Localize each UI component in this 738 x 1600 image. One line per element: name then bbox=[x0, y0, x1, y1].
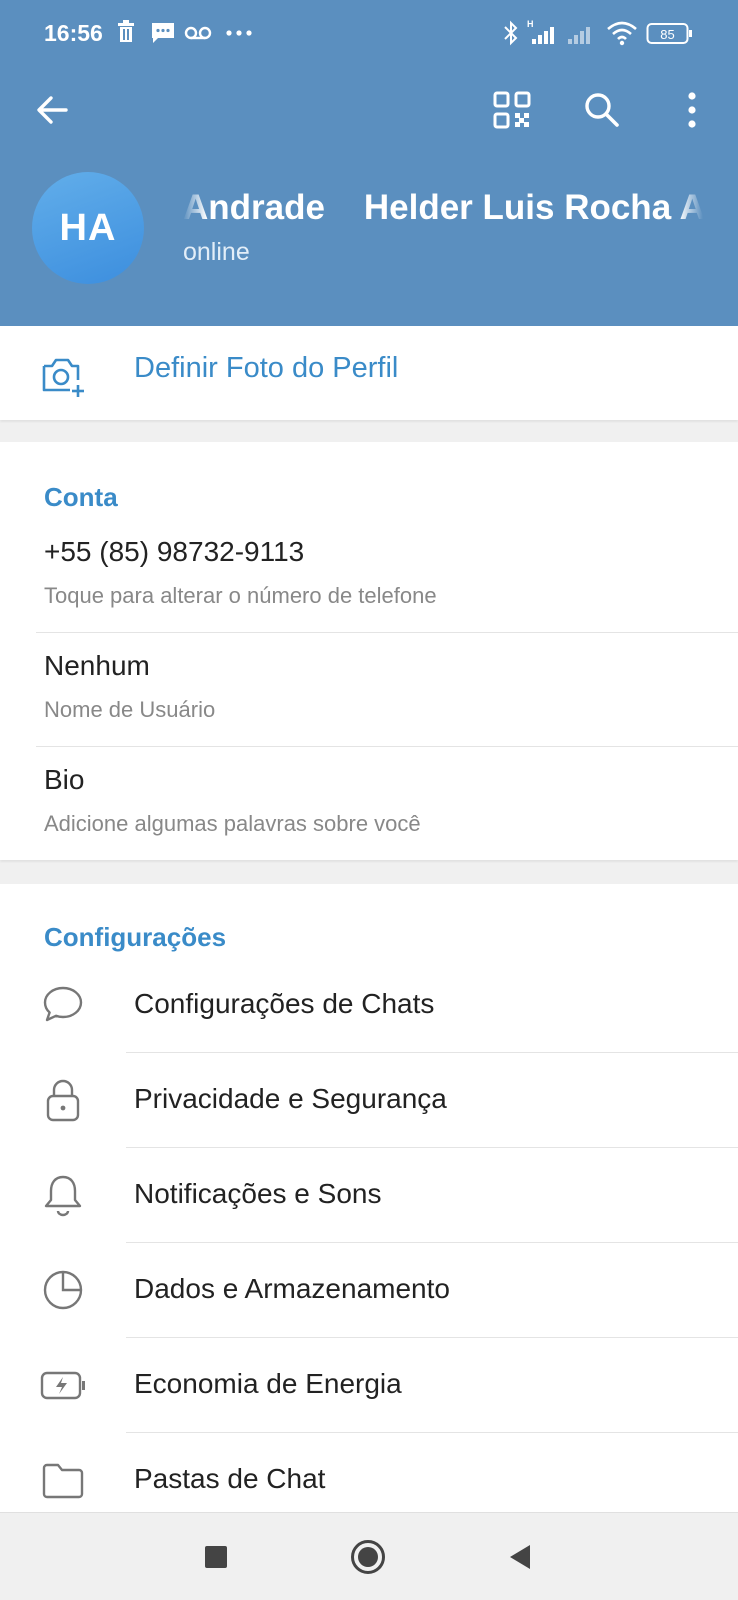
more-vert-icon bbox=[688, 92, 696, 128]
back-triangle-icon bbox=[510, 1545, 530, 1569]
trash-icon bbox=[116, 18, 136, 51]
settings-section-title: Configurações bbox=[44, 922, 227, 952]
folder-icon bbox=[40, 1457, 86, 1503]
settings-item-energy[interactable]: Economia de Energia bbox=[0, 1338, 738, 1433]
username-hint: Nome de Usuário bbox=[44, 697, 216, 722]
status-time: 16:56 bbox=[44, 20, 103, 46]
pie-chart-icon bbox=[40, 1267, 86, 1313]
settings-item-data-storage[interactable]: Dados e Armazenamento bbox=[0, 1243, 738, 1338]
settings-item-label: Pastas de Chat bbox=[134, 1463, 326, 1494]
set-profile-photo-button[interactable]: Definir Foto do Perfil bbox=[0, 326, 738, 420]
account-section-title: Conta bbox=[44, 482, 118, 512]
system-nav-bar bbox=[0, 1512, 738, 1600]
profile-status: online bbox=[183, 238, 250, 266]
back-nav-button[interactable] bbox=[480, 1513, 560, 1600]
name-fade-right bbox=[679, 188, 703, 238]
qr-code-icon bbox=[493, 91, 531, 129]
wifi-icon bbox=[606, 18, 638, 53]
settings-item-label: Privacidade e Segurança bbox=[134, 1083, 447, 1114]
signal-icon bbox=[566, 18, 598, 53]
settings-item-privacy[interactable]: Privacidade e Segurança bbox=[0, 1053, 738, 1148]
more-dots-icon bbox=[225, 18, 255, 51]
search-button[interactable] bbox=[574, 82, 630, 138]
avatar-initials: HA bbox=[59, 206, 117, 249]
profile-header: 16:56 H 85 HA Andrade Helder Luis Rocha … bbox=[0, 0, 738, 326]
username-row[interactable]: Nenhum Nome de Usuário bbox=[0, 634, 738, 746]
message-icon bbox=[150, 18, 176, 51]
svg-text:H: H bbox=[527, 19, 534, 29]
battery-level: 85 bbox=[660, 27, 674, 42]
qr-code-button[interactable] bbox=[484, 82, 540, 138]
lock-icon bbox=[40, 1077, 86, 1123]
phone-row[interactable]: +55 (85) 98732-9113 Toque para alterar o… bbox=[0, 522, 738, 632]
bluetooth-icon bbox=[502, 18, 520, 53]
settings-item-label: Economia de Energia bbox=[134, 1368, 402, 1399]
bell-icon bbox=[40, 1172, 86, 1218]
settings-section: Configurações Configurações de Chats Pri… bbox=[0, 884, 738, 1512]
profile-name-text: Andrade Helder Luis Rocha A bbox=[183, 188, 703, 227]
phone-hint: Toque para alterar o número de telefone bbox=[44, 583, 437, 608]
battery-bolt-icon bbox=[40, 1362, 86, 1408]
profile-name: Andrade Helder Luis Rocha A bbox=[183, 188, 703, 238]
settings-item-chats[interactable]: Configurações de Chats bbox=[0, 958, 738, 1053]
divider bbox=[36, 632, 738, 633]
name-fade-left bbox=[183, 188, 207, 238]
phone-number: +55 (85) 98732-9113 bbox=[44, 536, 305, 567]
recents-button[interactable] bbox=[176, 1513, 256, 1600]
voicemail-icon bbox=[184, 18, 212, 51]
username-value: Nenhum bbox=[44, 650, 150, 681]
settings-item-label: Configurações de Chats bbox=[134, 988, 435, 1019]
bio-label: Bio bbox=[44, 764, 85, 795]
divider bbox=[36, 746, 738, 747]
more-options-button[interactable] bbox=[664, 82, 720, 138]
home-button[interactable] bbox=[328, 1513, 408, 1600]
battery-icon: 85 bbox=[646, 18, 694, 53]
back-button[interactable] bbox=[24, 82, 80, 138]
account-section: Conta +55 (85) 98732-9113 Toque para alt… bbox=[0, 442, 738, 860]
signal-h-icon: H bbox=[526, 18, 560, 53]
home-circle-icon bbox=[351, 1540, 385, 1574]
set-profile-photo-label: Definir Foto do Perfil bbox=[134, 352, 399, 384]
recents-square-icon bbox=[205, 1546, 227, 1568]
settings-item-notifications[interactable]: Notificações e Sons bbox=[0, 1148, 738, 1243]
search-icon bbox=[585, 93, 619, 127]
camera-add-icon bbox=[40, 354, 86, 403]
arrow-left-icon bbox=[37, 96, 68, 124]
chat-bubble-icon bbox=[40, 982, 86, 1028]
bio-hint: Adicione algumas palavras sobre você bbox=[44, 811, 421, 836]
settings-item-label: Notificações e Sons bbox=[134, 1178, 382, 1209]
settings-item-label: Dados e Armazenamento bbox=[134, 1273, 450, 1304]
bio-row[interactable]: Bio Adicione algumas palavras sobre você bbox=[0, 748, 738, 860]
avatar[interactable]: HA bbox=[32, 172, 144, 284]
status-bar: 16:56 H 85 bbox=[0, 0, 738, 68]
